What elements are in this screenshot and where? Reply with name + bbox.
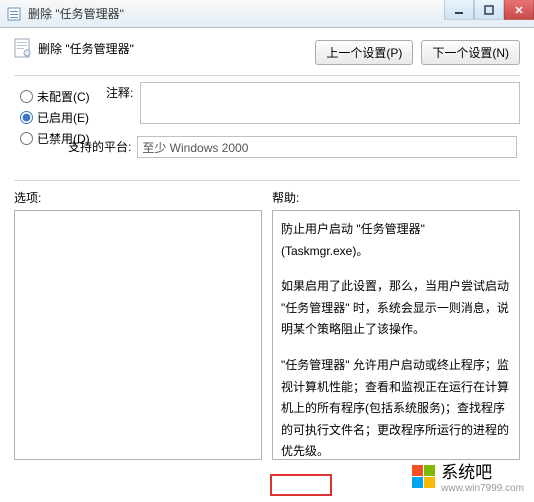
help-pane: 防止用户启动 "任务管理器" (Taskmgr.exe)。 如果启用了此设置，那… [272, 210, 520, 460]
radio-enabled-label[interactable]: 已启用(E) [37, 109, 89, 126]
help-text: 防止用户启动 "任务管理器" (Taskmgr.exe)。 如果启用了此设置，那… [281, 219, 511, 460]
options-pane [14, 210, 262, 460]
next-setting-button[interactable]: 下一个设置(N) [421, 40, 520, 65]
watermark-text: 系统吧 [441, 458, 524, 483]
microsoft-logo-icon [411, 464, 435, 488]
help-paragraph: 如果启用了此设置，那么，当用户尝试启动 "任务管理器" 时，系统会显示一则消息，… [281, 276, 511, 341]
policy-icon [14, 38, 32, 58]
titlebar: 删除 "任务管理器" [0, 0, 534, 28]
watermark: 系统吧 www.win7999.com [411, 458, 524, 494]
radio-enabled[interactable] [20, 111, 33, 124]
platform-label: 支持的平台: [68, 136, 131, 158]
comment-label: 注释: [106, 82, 140, 124]
radio-disabled[interactable] [20, 132, 33, 145]
minimize-button[interactable] [444, 0, 474, 20]
app-icon [6, 6, 22, 22]
help-label: 帮助: [272, 189, 520, 206]
divider-2 [14, 180, 520, 181]
divider [14, 75, 520, 76]
help-paragraph: "任务管理器" 允许用户启动或终止程序；监视计算机性能；查看和监视正在运行在计算… [281, 355, 511, 460]
ok-button-highlight [270, 474, 332, 496]
radio-not-configured-label[interactable]: 未配置(C) [37, 88, 90, 105]
comment-textarea[interactable] [140, 82, 520, 124]
watermark-url: www.win7999.com [441, 483, 524, 494]
window-controls [444, 0, 534, 20]
close-button[interactable] [504, 0, 534, 20]
options-label: 选项: [14, 189, 262, 206]
window-title: 删除 "任务管理器" [28, 5, 124, 22]
radio-not-configured[interactable] [20, 90, 33, 103]
maximize-button[interactable] [474, 0, 504, 20]
prev-setting-button[interactable]: 上一个设置(P) [315, 40, 413, 65]
help-paragraph: 防止用户启动 "任务管理器" (Taskmgr.exe)。 [281, 219, 511, 262]
page-title: 删除 "任务管理器" [38, 40, 134, 57]
platform-field [137, 136, 517, 158]
